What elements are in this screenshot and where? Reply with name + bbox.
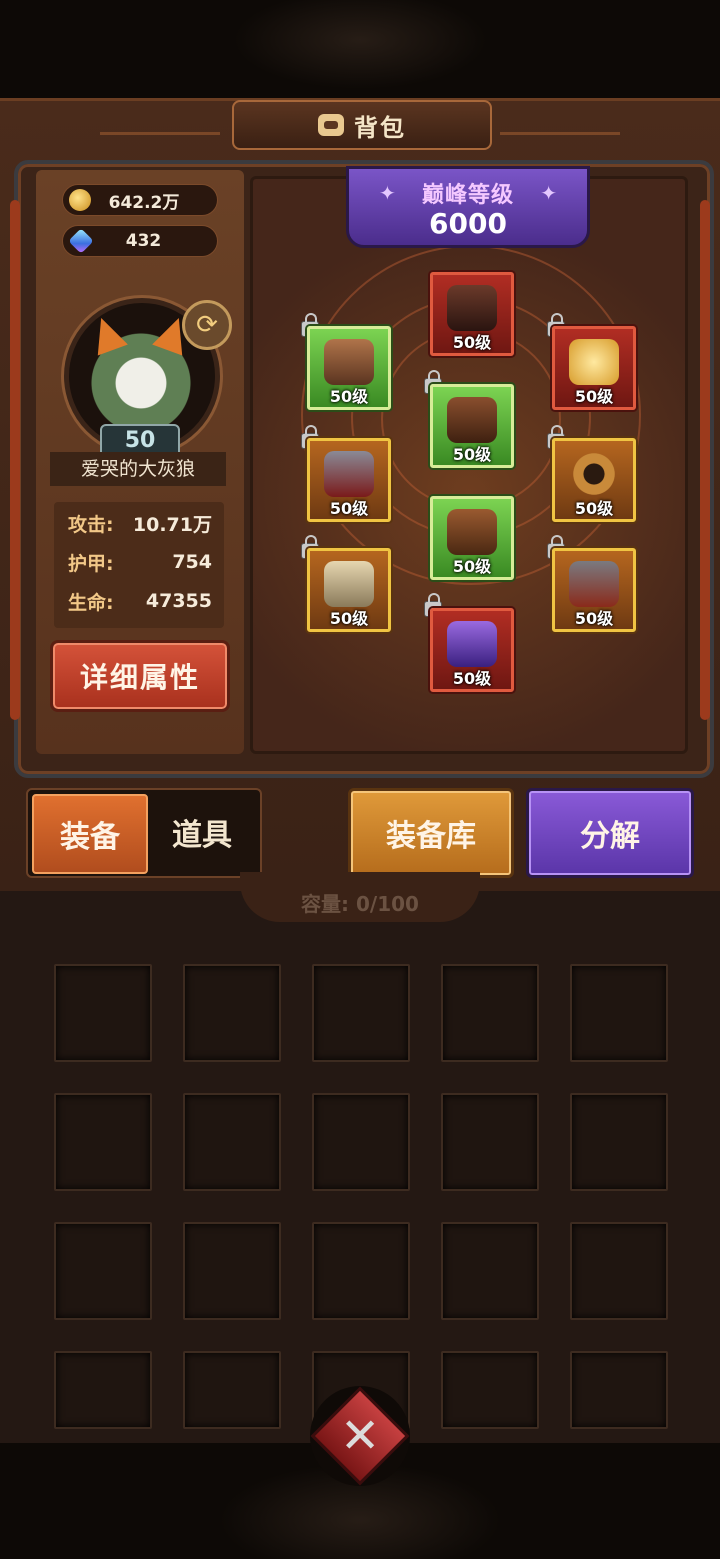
title-wing-left: [100, 112, 220, 135]
winged-necklace-icon: [569, 339, 619, 385]
inventory-slot[interactable]: [54, 1222, 152, 1320]
close-button[interactable]: ✕: [310, 1386, 410, 1486]
equip-slot-necklace[interactable]: 50级: [552, 326, 636, 410]
tab-equipment[interactable]: 装备: [32, 794, 148, 874]
star-icon: ✦: [540, 181, 557, 205]
stats-box: 攻击: 10.71万 护甲: 754 生命: 47355: [54, 502, 224, 628]
helmet-icon: [447, 285, 497, 331]
stat-health: 生命: 47355: [68, 590, 212, 614]
inventory-slot[interactable]: [54, 964, 152, 1062]
page-title: 背包: [354, 113, 406, 142]
peak-level-banner: ✦ ✦ 巅峰等级 6000: [346, 166, 590, 248]
equip-slot-belt[interactable]: 50级: [552, 438, 636, 522]
close-icon: ✕: [339, 1408, 381, 1464]
equip-slot-shoulder[interactable]: 50级: [307, 326, 391, 410]
top-ornament: [0, 0, 720, 100]
inventory-slot[interactable]: [441, 964, 539, 1062]
leg-armor-icon: [447, 509, 497, 555]
equip-slot-mask[interactable]: 50级: [307, 548, 391, 632]
inventory-slot[interactable]: [570, 1093, 668, 1191]
mask-icon: [324, 561, 374, 607]
category-tabs: 装备 道具: [26, 788, 262, 878]
equip-slot-gloves[interactable]: 50级: [307, 438, 391, 522]
gauntlet-icon: [324, 451, 374, 497]
peak-level-value: 6000: [429, 207, 507, 240]
quiver-icon: [569, 561, 619, 607]
refresh-icon: ⟳: [196, 310, 218, 340]
gold-value: 642.2万: [108, 192, 180, 213]
frame-side-right: [700, 200, 710, 720]
refresh-avatar-button[interactable]: ⟳: [182, 300, 232, 350]
title-wing-right: [500, 112, 620, 135]
inventory-slot[interactable]: [441, 1093, 539, 1191]
inventory-slot[interactable]: [183, 1093, 281, 1191]
equip-slot-helmet[interactable]: 50级: [430, 272, 514, 356]
title-bar: 背包: [232, 100, 492, 150]
decompose-button[interactable]: 分解: [526, 788, 694, 878]
inventory-slot[interactable]: [441, 1222, 539, 1320]
player-name: 爱哭的大灰狼: [50, 452, 226, 486]
inventory-slot[interactable]: [54, 1351, 152, 1429]
equip-slot-boots[interactable]: 50级: [430, 608, 514, 692]
equip-slot-armor[interactable]: 50级: [430, 384, 514, 468]
inventory-slot[interactable]: [570, 1351, 668, 1429]
inventory-slot[interactable]: [570, 964, 668, 1062]
inventory-slot[interactable]: [312, 1222, 410, 1320]
inventory-slot[interactable]: [54, 1093, 152, 1191]
shoulder-armor-icon: [324, 339, 374, 385]
inventory-slot[interactable]: [570, 1222, 668, 1320]
inventory-slot[interactable]: [312, 1093, 410, 1191]
tab-items[interactable]: 道具: [146, 794, 258, 870]
boots-icon: [447, 621, 497, 667]
equip-slot-pants[interactable]: 50级: [430, 496, 514, 580]
detail-attributes-button[interactable]: 详细属性: [50, 640, 230, 712]
gold-counter: 642.2万: [62, 184, 218, 216]
stat-armor: 护甲: 754: [68, 551, 212, 575]
frame-side-left: [10, 200, 20, 720]
inventory-slot[interactable]: [441, 1351, 539, 1429]
gem-value: 432: [125, 231, 162, 251]
inventory-slot[interactable]: [312, 964, 410, 1062]
equip-slot-bracer[interactable]: 50级: [552, 548, 636, 632]
bag-icon: [318, 114, 344, 136]
gem-counter: 432: [62, 225, 218, 257]
inventory-capacity: 容量: 0/100: [301, 892, 419, 916]
inventory-slot[interactable]: [183, 1351, 281, 1429]
belt-icon: [569, 451, 619, 497]
chest-armor-icon: [447, 397, 497, 443]
inventory-slot[interactable]: [183, 1222, 281, 1320]
star-icon: ✦: [379, 181, 396, 205]
inventory-slot[interactable]: [183, 964, 281, 1062]
equipment-library-button[interactable]: 装备库: [348, 788, 514, 878]
stat-attack: 攻击: 10.71万: [68, 513, 212, 536]
gold-coin-icon: [69, 189, 91, 211]
